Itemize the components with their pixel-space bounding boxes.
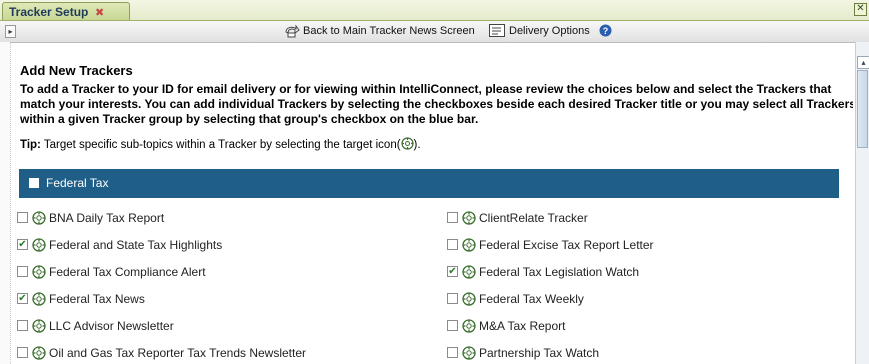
tracker-label: Federal Excise Tax Report Letter (479, 238, 654, 252)
tracker-item[interactable]: Federal Tax Compliance Alert (17, 265, 417, 281)
target-icon (400, 137, 414, 150)
tracker-checkbox[interactable] (447, 212, 458, 223)
toolbar: ▸ Back to Main Tracker News Screen Deliv… (0, 21, 869, 43)
group-bar-federal-tax: Federal Tax (19, 169, 839, 198)
tip-close: ). (413, 139, 421, 151)
tip-body: Target specific sub-topics within a Trac… (43, 139, 401, 151)
tracker-label: ClientRelate Tracker (479, 211, 588, 225)
delivery-options-link[interactable]: Delivery Options (509, 25, 590, 37)
tracker-label: M&A Tax Report (479, 319, 566, 333)
tracker-item[interactable]: Oil and Gas Tax Reporter Tax Trends News… (17, 346, 417, 362)
target-icon[interactable] (32, 211, 46, 228)
scroll-up-button[interactable]: ▴ (857, 56, 869, 69)
tracker-item[interactable]: M&A Tax Report (447, 319, 847, 335)
delivery-options-icon[interactable] (489, 24, 505, 37)
tab-tracker-setup[interactable]: Tracker Setup ✖ (2, 2, 130, 20)
scroll-thumb[interactable] (857, 70, 868, 148)
help-icon[interactable]: ? (599, 24, 612, 37)
tracker-item[interactable]: Federal Excise Tax Report Letter (447, 238, 847, 254)
tracker-label: Federal Tax Legislation Watch (479, 265, 640, 279)
tracker-checkbox[interactable]: ✔ (447, 266, 458, 277)
tracker-label: BNA Daily Tax Report (49, 211, 165, 225)
tracker-checkbox[interactable] (447, 239, 458, 250)
group-label: Federal Tax (46, 176, 109, 190)
tracker-checkbox[interactable] (17, 320, 28, 331)
page-title: Add New Trackers (20, 63, 133, 78)
tracker-item[interactable]: ClientRelate Tracker (447, 211, 847, 227)
svg-text:?: ? (603, 26, 609, 36)
tracker-label: Federal Tax News (49, 292, 145, 306)
target-icon[interactable] (32, 319, 46, 336)
target-icon[interactable] (462, 346, 476, 363)
tracker-label: Federal Tax Weekly (479, 292, 584, 306)
tracker-checkbox[interactable]: ✔ (17, 293, 28, 304)
tracker-checkbox[interactable] (447, 347, 458, 358)
left-rail (0, 42, 11, 364)
tracker-checkbox[interactable] (447, 320, 458, 331)
target-icon[interactable] (32, 346, 46, 363)
tip-text: Tip: Target specific sub-topics within a… (20, 137, 421, 151)
intro-text: To add a Tracker to your ID for email de… (20, 82, 853, 126)
panel-toggle-button[interactable]: ▸ (5, 25, 16, 38)
tracker-checkbox[interactable] (447, 293, 458, 304)
group-checkbox[interactable] (29, 178, 39, 188)
tracker-item[interactable]: ✔ Federal Tax News (17, 292, 417, 308)
target-icon[interactable] (462, 292, 476, 309)
tracker-item[interactable]: Federal Tax Weekly (447, 292, 847, 308)
tip-label: Tip: (20, 139, 41, 151)
target-icon[interactable] (462, 211, 476, 228)
target-icon[interactable] (32, 292, 46, 309)
tracker-label: Federal and State Tax Highlights (49, 238, 223, 252)
back-to-main-link[interactable]: Back to Main Tracker News Screen (303, 25, 475, 37)
tracker-item[interactable]: LLC Advisor Newsletter (17, 319, 417, 335)
tab-title: Tracker Setup (9, 5, 89, 19)
tracker-checkbox[interactable]: ✔ (17, 239, 28, 250)
tracker-item[interactable]: Partnership Tax Watch (447, 346, 847, 362)
tracker-checkbox[interactable] (17, 212, 28, 223)
tracker-item[interactable]: ✔ Federal and State Tax Highlights (17, 238, 417, 254)
tracker-item[interactable]: BNA Daily Tax Report (17, 211, 417, 227)
vertical-scrollbar[interactable]: ▴ (855, 42, 869, 364)
window-close-icon[interactable]: ✕ (854, 3, 867, 16)
target-icon[interactable] (32, 238, 46, 255)
target-icon[interactable] (32, 265, 46, 282)
back-arrow-icon[interactable] (283, 24, 300, 38)
tracker-item[interactable]: ✔ Federal Tax Legislation Watch (447, 265, 847, 281)
tracker-label: LLC Advisor Newsletter (49, 319, 174, 333)
tracker-setup-content: Add New Trackers To add a Tracker to you… (11, 42, 853, 364)
tab-close-icon[interactable]: ✖ (95, 6, 104, 19)
tracker-label: Partnership Tax Watch (479, 346, 600, 360)
tracker-checkbox[interactable] (17, 266, 28, 277)
target-icon[interactable] (462, 265, 476, 282)
tracker-label: Federal Tax Compliance Alert (49, 265, 206, 279)
target-icon[interactable] (462, 319, 476, 336)
tracker-label: Oil and Gas Tax Reporter Tax Trends News… (49, 346, 307, 360)
tracker-checkbox[interactable] (17, 347, 28, 358)
tab-strip: Tracker Setup ✖ ✕ (0, 0, 869, 21)
target-icon[interactable] (462, 238, 476, 255)
